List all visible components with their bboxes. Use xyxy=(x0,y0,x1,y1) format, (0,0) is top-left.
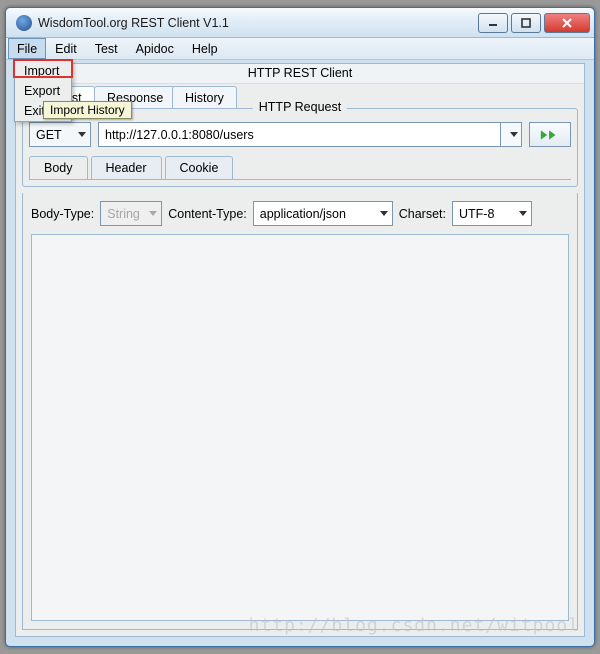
request-sub-tabs: Body Header Cookie xyxy=(29,156,571,180)
file-menu-import[interactable]: Import xyxy=(15,61,71,81)
tooltip: Import History xyxy=(43,101,132,119)
request-box: HTTP Request GET Body Header Cookie xyxy=(22,108,578,187)
http-method-select[interactable]: GET xyxy=(29,122,91,147)
send-button[interactable] xyxy=(529,122,571,147)
body-type-label: Body-Type: xyxy=(31,207,94,221)
body-type-value: String xyxy=(107,207,140,221)
menu-test[interactable]: Test xyxy=(86,38,127,59)
window-title: WisdomTool.org REST Client V1.1 xyxy=(38,16,478,30)
content-type-select[interactable]: application/json xyxy=(253,201,393,226)
chevron-down-icon xyxy=(149,211,157,216)
client-title: HTTP REST Client xyxy=(16,64,584,84)
chevron-down-icon xyxy=(380,211,388,216)
client-area: HTTP REST Client Request Response Histor… xyxy=(15,63,585,637)
body-type-select: String xyxy=(100,201,162,226)
url-input[interactable] xyxy=(98,122,500,147)
content-type-value: application/json xyxy=(260,207,346,221)
menu-file[interactable]: File xyxy=(8,38,46,59)
url-combo xyxy=(98,122,522,147)
url-history-dropdown[interactable] xyxy=(500,122,522,147)
subtab-cookie[interactable]: Cookie xyxy=(165,156,234,179)
title-bar[interactable]: WisdomTool.org REST Client V1.1 xyxy=(6,8,594,38)
chevron-down-icon xyxy=(78,132,86,137)
http-method-value: GET xyxy=(36,128,62,142)
close-button[interactable] xyxy=(544,13,590,33)
content-type-label: Content-Type: xyxy=(168,207,247,221)
charset-select[interactable]: UTF-8 xyxy=(452,201,532,226)
minimize-button[interactable] xyxy=(478,13,508,33)
body-textarea[interactable] xyxy=(31,234,569,621)
menu-help[interactable]: Help xyxy=(183,38,227,59)
request-box-title: HTTP Request xyxy=(253,100,347,114)
app-icon xyxy=(16,15,32,31)
menu-apidoc[interactable]: Apidoc xyxy=(127,38,183,59)
chevron-down-icon xyxy=(519,211,527,216)
subtab-header[interactable]: Header xyxy=(91,156,162,179)
charset-value: UTF-8 xyxy=(459,207,494,221)
chevron-down-icon xyxy=(510,132,518,137)
charset-label: Charset: xyxy=(399,207,446,221)
menu-edit[interactable]: Edit xyxy=(46,38,86,59)
body-pane: Body-Type: String Content-Type: applicat… xyxy=(22,193,578,630)
file-menu-export[interactable]: Export xyxy=(15,81,71,101)
menubar: File Edit Test Apidoc Help xyxy=(6,38,594,60)
maximize-button[interactable] xyxy=(511,13,541,33)
subtab-body[interactable]: Body xyxy=(29,156,88,179)
window-frame: WisdomTool.org REST Client V1.1 File Edi… xyxy=(5,7,595,647)
tab-history[interactable]: History xyxy=(172,86,237,108)
